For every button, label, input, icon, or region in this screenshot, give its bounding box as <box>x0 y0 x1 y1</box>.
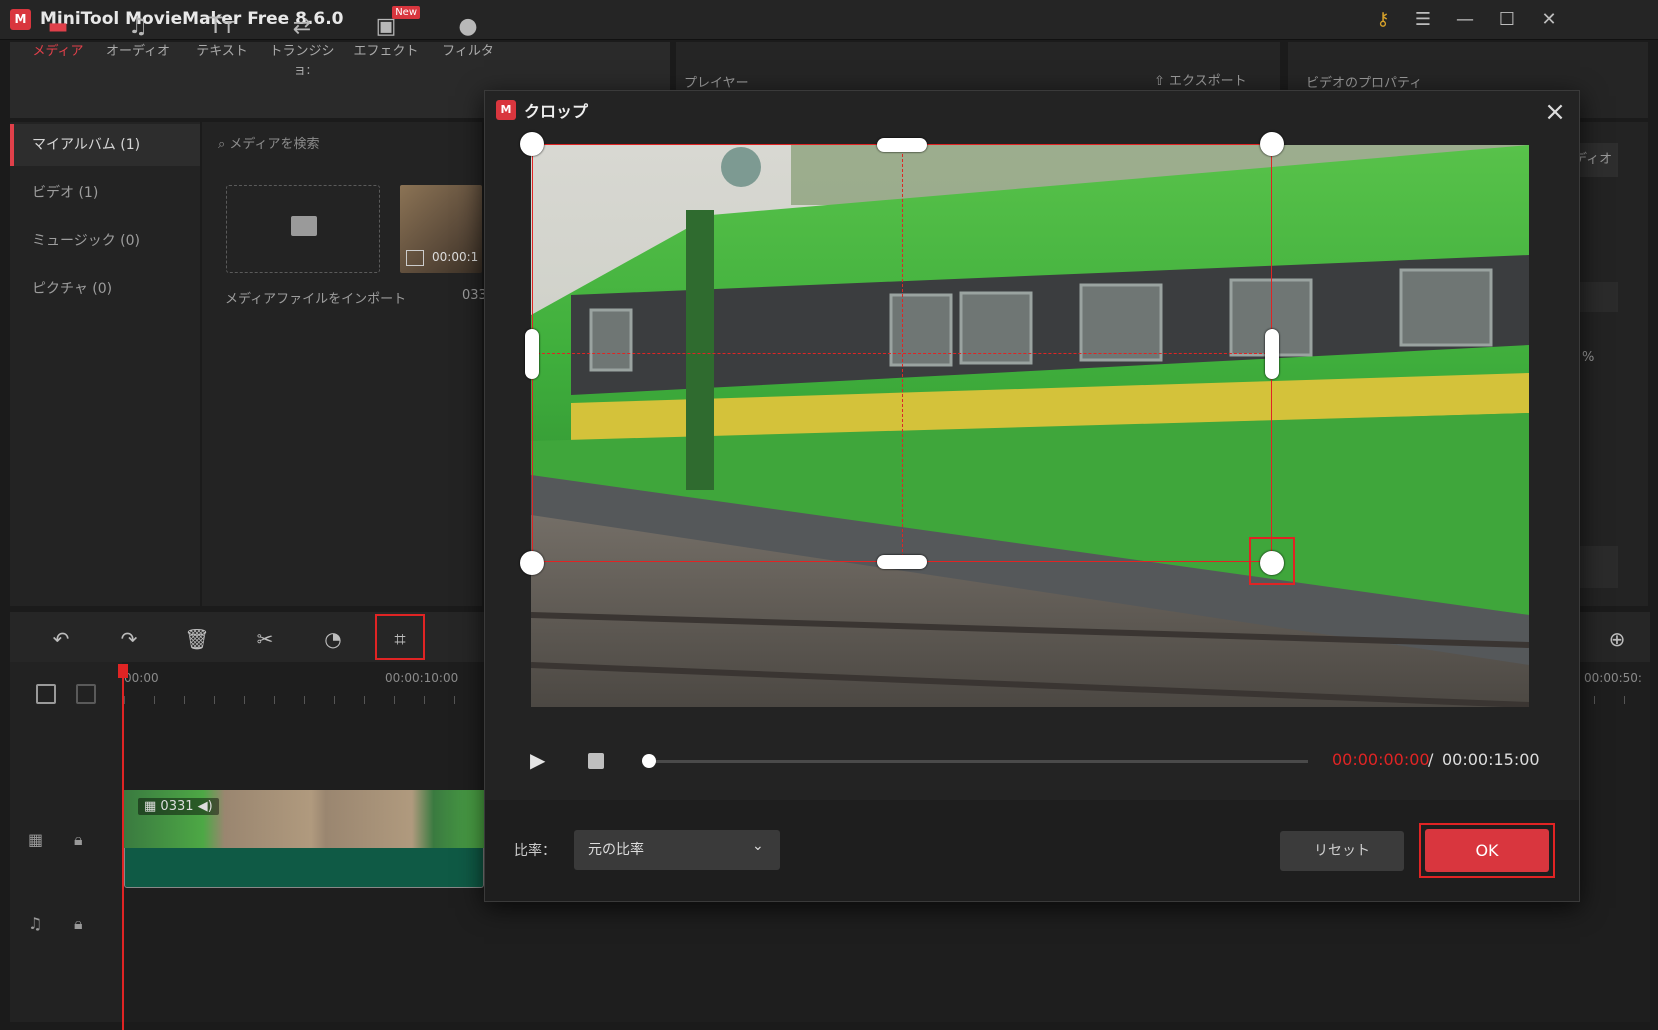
properties-title: ビデオのプロパティ <box>1306 76 1423 91</box>
import-media-button[interactable] <box>226 185 380 273</box>
playhead[interactable] <box>122 664 124 1030</box>
delete-icon[interactable]: 🗑 <box>180 622 214 656</box>
tool-audio[interactable]: ♫ オーディオ <box>98 14 178 59</box>
tool-filter[interactable]: ● フィルタ <box>428 14 508 59</box>
transition-icon: ⇄ <box>292 14 312 39</box>
ratio-label: 比率： <box>514 843 556 859</box>
speaker-icon: ◀) <box>193 799 213 814</box>
crop-guide-horizontal <box>532 353 1272 354</box>
properties-field[interactable] <box>1578 282 1618 312</box>
playback-progress-knob[interactable] <box>642 754 656 768</box>
media-search-input[interactable]: ⌕ メディアを検索 <box>218 133 320 152</box>
search-placeholder: メディアを検索 <box>229 137 320 152</box>
tool-label: フィルタ <box>442 44 494 59</box>
track-headers <box>10 662 122 1022</box>
video-track-icon: ▦ <box>28 830 44 849</box>
new-badge: New <box>392 6 420 19</box>
tool-transition[interactable]: ⇄ トランジショ: <box>262 14 342 78</box>
clip-label: ▦ 0331 ◀) <box>138 798 219 815</box>
close-icon[interactable]: × <box>1540 97 1570 127</box>
ruler-label: 00:00:10:00 <box>385 671 459 685</box>
crop-button-highlight <box>375 614 425 660</box>
key-icon[interactable]: ⚷ <box>1370 8 1396 32</box>
tool-label: エフェクト <box>353 44 419 59</box>
effect-icon: ▣ New <box>346 6 426 40</box>
lock-icon[interactable]: 🔒︎ <box>74 914 83 934</box>
undo-icon[interactable]: ↶ <box>44 622 78 656</box>
chevron-down-icon: ⌄ <box>752 838 764 854</box>
album-sidebar: マイアルバム (1) ビデオ (1) ミュージック (0) ピクチャ (0) <box>10 122 200 606</box>
crop-handle-bottom-left[interactable] <box>520 551 544 575</box>
dialog-title: クロップ <box>524 102 589 121</box>
close-window-icon[interactable]: ✕ <box>1536 8 1562 32</box>
ok-button[interactable]: OK <box>1425 829 1549 872</box>
film-icon: ▦ <box>144 799 161 814</box>
lock-icon[interactable]: 🔒︎ <box>74 830 83 850</box>
music-note-icon: ♫ <box>128 14 148 39</box>
tool-effect[interactable]: ▣ New エフェクト <box>346 6 426 59</box>
sidebar-item-video[interactable]: ビデオ (1) <box>10 172 200 214</box>
menu-icon[interactable]: ☰ <box>1410 8 1436 32</box>
tool-label: メディア <box>32 44 84 59</box>
sidebar-item-music[interactable]: ミュージック (0) <box>10 220 200 262</box>
tool-label: オーディオ <box>105 44 171 59</box>
split-icon[interactable]: ✂ <box>248 622 282 656</box>
export-icon: ⇧ <box>1154 74 1170 89</box>
redo-icon[interactable]: ↷ <box>112 622 146 656</box>
current-time: 00:00:00:00 <box>1332 750 1430 769</box>
text-icon: Tт <box>208 14 236 39</box>
time-separator: / <box>1428 750 1434 769</box>
export-button[interactable]: ⇧ エクスポート <box>1154 70 1247 89</box>
folder-icon: ▬ <box>47 14 69 39</box>
sidebar-item-picture[interactable]: ピクチャ (0) <box>10 268 200 310</box>
app-logo-icon: M <box>496 100 516 120</box>
tool-label: テキスト <box>196 44 248 59</box>
film-icon <box>406 250 424 266</box>
crop-handle-top-right[interactable] <box>1260 132 1284 156</box>
thumbnail-duration: 00:00:1 <box>432 250 479 264</box>
stop-icon[interactable] <box>588 753 604 769</box>
import-media-label: メディアファイルをインポート <box>225 292 407 307</box>
properties-percent: % <box>1582 350 1595 365</box>
crop-handle-top-left[interactable] <box>520 132 544 156</box>
tool-media[interactable]: ▬ メディア <box>18 14 98 59</box>
filter-icon: ● <box>458 14 478 39</box>
ruler-label: 00:00:50: <box>1584 671 1642 685</box>
folder-icon <box>291 216 317 236</box>
ruler-label: 00:00 <box>124 671 159 685</box>
tool-label: トランジショ: <box>269 44 335 78</box>
add-track-icon[interactable] <box>36 684 56 704</box>
player-title: プレイヤー <box>684 76 749 91</box>
search-icon: ⌕ <box>218 137 230 152</box>
properties-tab-audio[interactable]: ディオ <box>1574 143 1618 177</box>
audio-track-icon: ♫ <box>28 914 43 933</box>
play-icon[interactable]: ▶ <box>530 748 545 772</box>
maximize-icon[interactable]: ☐ <box>1494 8 1520 32</box>
minimize-icon[interactable]: — <box>1452 8 1478 32</box>
export-label: エクスポート <box>1169 74 1247 89</box>
zoom-in-icon[interactable]: ⊕ <box>1600 622 1634 656</box>
reset-button[interactable]: リセット <box>1280 831 1404 871</box>
total-time: 00:00:15:00 <box>1442 750 1540 769</box>
duplicate-track-icon[interactable] <box>76 684 96 704</box>
crop-handle-top[interactable] <box>877 138 927 152</box>
crop-handle-left[interactable] <box>525 329 539 379</box>
speed-icon[interactable]: ◔ <box>316 622 350 656</box>
ratio-select[interactable]: 元の比率 <box>574 830 780 870</box>
properties-field[interactable] <box>1578 546 1618 588</box>
clip-name: 0331 <box>160 799 194 814</box>
crop-handle-right[interactable] <box>1265 329 1279 379</box>
crop-handle-highlight <box>1249 537 1295 585</box>
sidebar-item-album[interactable]: マイアルバム (1) <box>10 124 200 166</box>
tool-text[interactable]: Tт テキスト <box>182 14 262 59</box>
playback-progress-track[interactable] <box>648 760 1308 763</box>
crop-handle-bottom[interactable] <box>877 555 927 569</box>
